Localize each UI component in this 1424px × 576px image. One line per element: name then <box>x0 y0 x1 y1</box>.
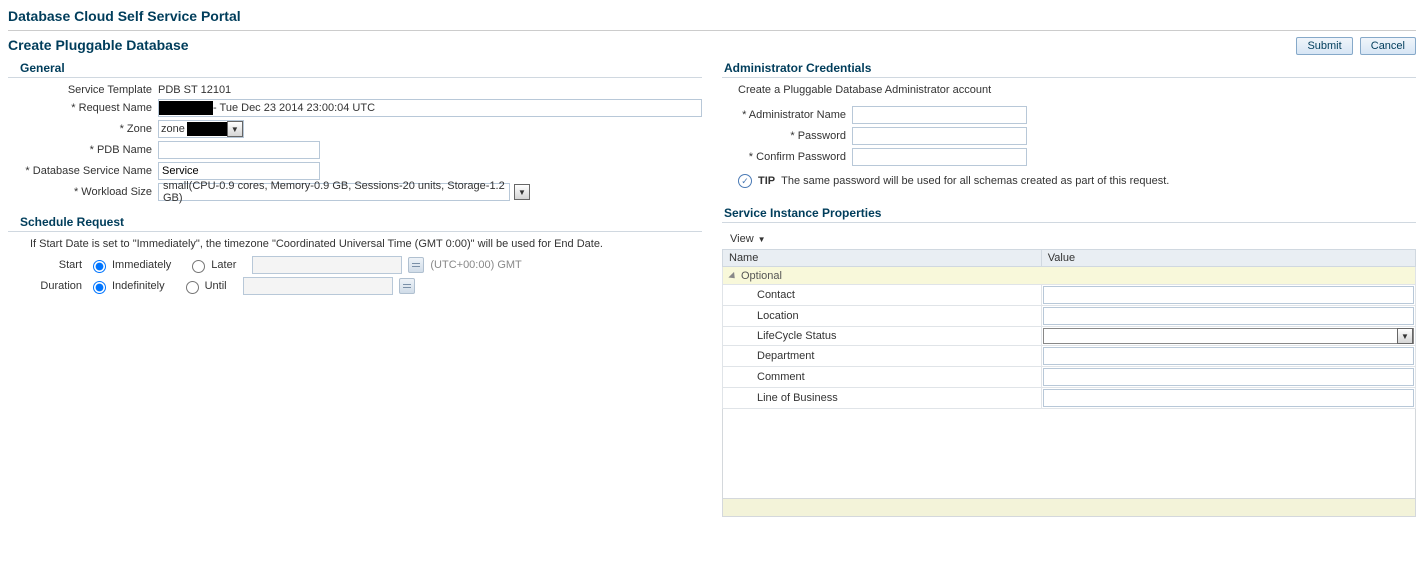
prop-value-input[interactable] <box>1043 307 1414 325</box>
admin-name-input[interactable] <box>852 106 1027 124</box>
request-name-suffix: - Tue Dec 23 2014 23:00:04 UTC <box>213 102 375 114</box>
prop-name: LifeCycle Status <box>723 327 1042 346</box>
zone-select[interactable]: zone ▼ <box>158 120 244 138</box>
action-buttons: Submit Cancel <box>1292 37 1416 55</box>
prop-name: Line of Business <box>723 388 1042 409</box>
prop-value-input[interactable] <box>1043 389 1414 407</box>
start-later-radio[interactable]: Later <box>187 257 236 273</box>
admin-note: Create a Pluggable Database Administrato… <box>738 84 1416 96</box>
cancel-button[interactable]: Cancel <box>1360 37 1416 55</box>
prop-name: Department <box>723 346 1042 367</box>
request-name-label: Request Name <box>8 102 158 114</box>
workload-size-label: Workload Size <box>8 186 158 198</box>
pdb-name-label: PDB Name <box>8 144 158 156</box>
start-immediately-radio[interactable]: Immediately <box>88 257 171 273</box>
confirm-password-input[interactable] <box>852 148 1027 166</box>
prop-value-input[interactable] <box>1043 368 1414 386</box>
workload-size-dropdown-icon[interactable]: ▼ <box>514 184 530 200</box>
duration-indef-radio[interactable]: Indefinitely <box>88 278 165 294</box>
zone-redacted <box>187 122 227 136</box>
prop-value-dropdown[interactable]: ▼ <box>1043 328 1414 344</box>
schedule-section-title: Schedule Request <box>8 211 702 232</box>
start-label: Start <box>8 259 88 271</box>
tip-text: The same password will be used for all s… <box>781 175 1169 187</box>
chevron-down-icon: ▼ <box>758 235 766 244</box>
tip-label: TIP <box>758 175 775 187</box>
zone-dropdown-icon[interactable]: ▼ <box>227 121 243 137</box>
zone-prefix: zone <box>159 123 187 135</box>
chevron-down-icon[interactable]: ▼ <box>1397 328 1413 344</box>
workload-size-value: small(CPU-0.9 cores, Memory-0.9 GB, Sess… <box>158 183 510 201</box>
view-menu[interactable]: View ▼ <box>722 229 774 249</box>
general-section-title: General <box>8 57 702 78</box>
request-name-field[interactable]: - Tue Dec 23 2014 23:00:04 UTC <box>158 99 702 117</box>
col-value: Value <box>1041 250 1415 267</box>
prop-name: Comment <box>723 367 1042 388</box>
pdb-name-input[interactable] <box>158 141 320 159</box>
schedule-note: If Start Date is set to "Immediately", t… <box>30 238 702 250</box>
start-date-input <box>252 256 402 274</box>
submit-button[interactable]: Submit <box>1296 37 1352 55</box>
password-input[interactable] <box>852 127 1027 145</box>
password-label: Password <box>722 130 852 142</box>
calendar-icon[interactable] <box>408 257 424 273</box>
prop-value-input[interactable] <box>1043 347 1414 365</box>
table-footer <box>722 499 1416 517</box>
admin-name-label: Administrator Name <box>722 109 852 121</box>
prop-name: Location <box>723 306 1042 327</box>
confirm-password-label: Confirm Password <box>722 151 852 163</box>
request-name-redacted <box>159 101 213 115</box>
group-optional[interactable]: Optional <box>723 267 1416 285</box>
prop-value-input[interactable] <box>1043 286 1414 304</box>
duration-label: Duration <box>8 280 88 292</box>
service-template-value: PDB ST 12101 <box>158 84 702 96</box>
start-tz: (UTC+00:00) GMT <box>430 259 521 271</box>
duration-until-radio[interactable]: Until <box>181 278 227 294</box>
db-service-name-input[interactable] <box>158 162 320 180</box>
properties-table: Name Value OptionalContactLocationLifeCy… <box>722 249 1416 409</box>
col-name: Name <box>723 250 1042 267</box>
page-title: Create Pluggable Database <box>8 35 189 57</box>
until-date-input <box>243 277 393 295</box>
admin-section-title: Administrator Credentials <box>722 57 1416 78</box>
expand-icon[interactable] <box>728 271 737 280</box>
portal-title: Database Cloud Self Service Portal <box>8 4 1416 31</box>
props-section-title: Service Instance Properties <box>722 202 1416 223</box>
service-template-label: Service Template <box>8 84 158 96</box>
zone-label: Zone <box>8 123 158 135</box>
tip-icon: ✓ <box>738 174 752 188</box>
db-service-name-label: Database Service Name <box>8 165 158 177</box>
prop-name: Contact <box>723 285 1042 306</box>
calendar-icon-2[interactable] <box>399 278 415 294</box>
